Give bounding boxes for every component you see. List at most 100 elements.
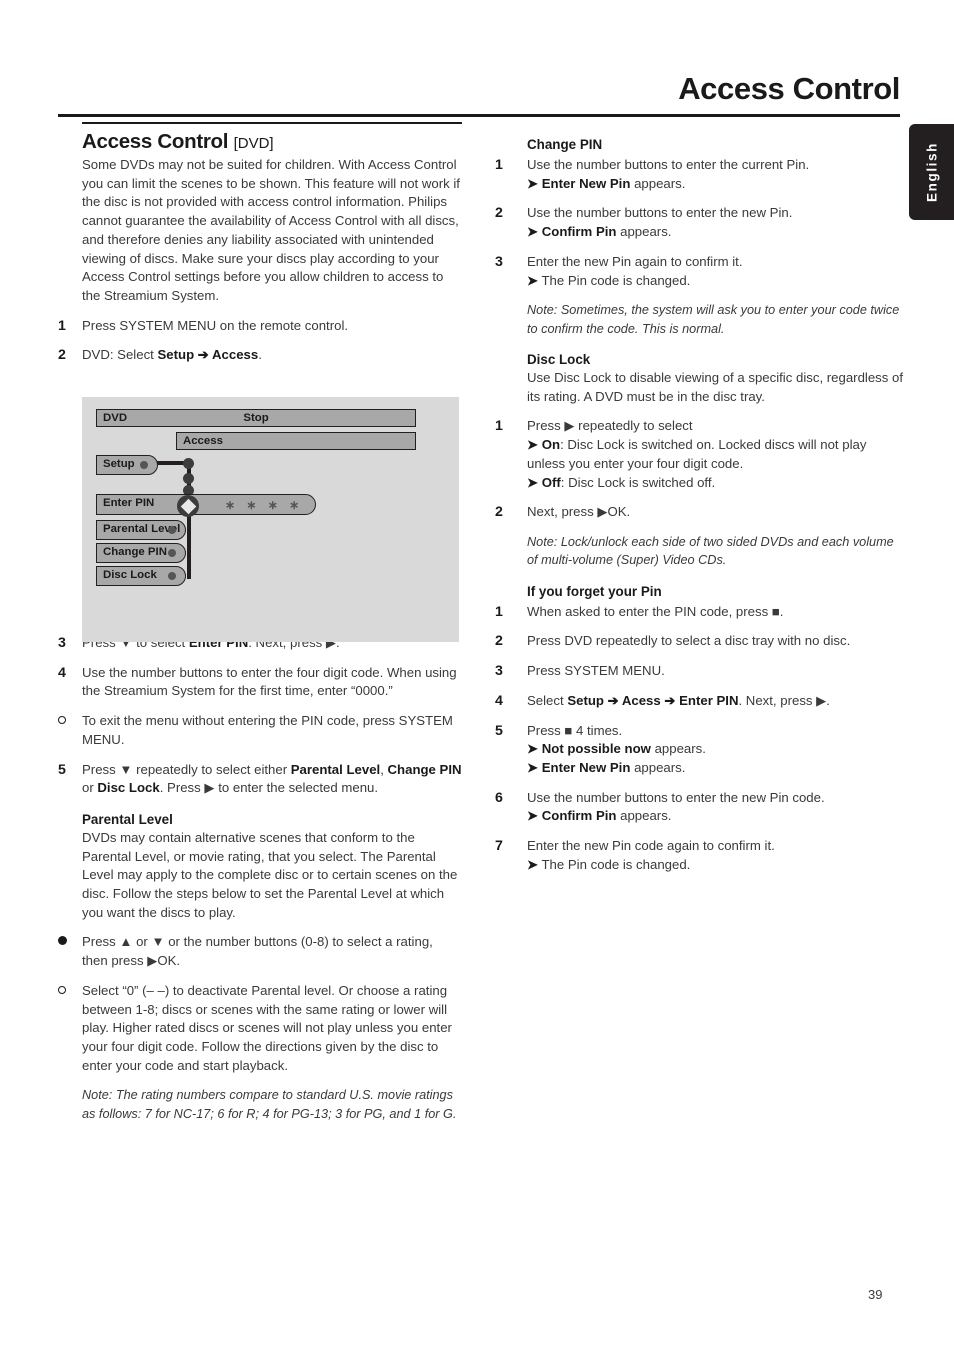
osd-item-setup[interactable]: Setup <box>96 455 158 475</box>
dvd-osd-diagram: DVD Stop Access Setup Enter PIN ∗ ∗ ∗ ∗ … <box>82 397 459 642</box>
right-column: Change PIN 1 Use the number buttons to e… <box>495 136 905 875</box>
osd-parental-knob-icon <box>168 526 176 534</box>
step-3-number: 3 <box>58 635 66 652</box>
bullet-deactivate-rating-text: Select “0” (– –) to deactivate Parental … <box>82 982 452 1073</box>
osd-setup-knob-icon <box>140 461 148 469</box>
disclock-step-1-text: Press ▶ repeatedly to select <box>527 418 693 434</box>
osd-item-disc-lock-label: Disc Lock <box>103 569 157 581</box>
changepin-step-2: 2 Use the number buttons to enter the ne… <box>495 204 905 241</box>
step-2: 2 DVD: Select Setup ➔ Access. <box>58 346 462 365</box>
bullet-exit-menu-text: To exit the menu without entering the PI… <box>82 713 453 747</box>
osd-status-label: Stop <box>243 412 269 424</box>
osd-access-label: Access <box>183 435 223 447</box>
forgot-step-1-number: 1 <box>495 603 503 620</box>
forgot-step-5-result-1: ➤ Not possible now appears. <box>527 741 706 757</box>
osd-disclock-knob-icon <box>168 572 176 580</box>
manual-page: Access Control English Access Control [D… <box>0 0 954 1349</box>
disclock-step-1: 1 Press ▶ repeatedly to select ➤ On: Dis… <box>495 417 905 492</box>
osd-node-1 <box>183 458 194 469</box>
step-4: 4 Use the number buttons to enter the fo… <box>58 664 462 701</box>
forgot-step-4-text: Select Setup ➔ Acess ➔ Enter PIN. Next, … <box>527 692 830 708</box>
disc-lock-heading: Disc Lock <box>527 352 591 368</box>
forgot-step-5-result-2: ➤ Enter New Pin appears. <box>527 759 686 775</box>
osd-item-parental-level[interactable]: Parental Level <box>96 520 186 540</box>
forgot-step-2: 2 Press DVD repeatedly to select a disc … <box>495 632 905 651</box>
osd-item-setup-label: Setup <box>103 458 135 470</box>
forgot-step-5: 5 Press ■ 4 times. ➤ Not possible now ap… <box>495 722 905 778</box>
section-rule <box>82 122 462 124</box>
osd-pin-value: ∗ ∗ ∗ ∗ <box>225 498 304 512</box>
forgot-step-5-number: 5 <box>495 722 503 739</box>
step-2-text: DVD: Select Setup ➔ Access. <box>82 347 262 363</box>
forgot-step-6-result: ➤ Confirm Pin appears. <box>527 808 672 824</box>
osd-item-enter-pin[interactable]: Enter PIN ∗ ∗ ∗ ∗ <box>96 494 316 515</box>
step-1: 1 Press SYSTEM MENU on the remote contro… <box>58 317 462 336</box>
forgot-step-3: 3 Press SYSTEM MENU. <box>495 662 905 681</box>
osd-item-change-pin[interactable]: Change PIN <box>96 543 186 563</box>
changepin-step-2-number: 2 <box>495 205 503 222</box>
running-header: Access Control <box>58 72 900 106</box>
step-4-number: 4 <box>58 664 66 681</box>
forgot-step-3-text: Press SYSTEM MENU. <box>527 663 665 679</box>
forgot-step-5-text: Press ■ 4 times. <box>527 722 623 738</box>
osd-item-enter-pin-label: Enter PIN <box>103 497 155 509</box>
step-4-text: Use the number buttons to enter the four… <box>82 664 457 699</box>
forgot-step-7-result: ➤ The Pin code is changed. <box>527 856 691 872</box>
forgot-step-2-text: Press DVD repeatedly to select a disc tr… <box>527 633 851 649</box>
forgot-step-7-text: Enter the new Pin code again to confirm … <box>527 838 775 854</box>
step-5: 5 Press ▼ repeatedly to select either Pa… <box>58 761 462 798</box>
forgot-step-4-number: 4 <box>495 692 503 709</box>
forgot-step-6-text: Use the number buttons to enter the new … <box>527 789 825 805</box>
changepin-step-3: 3 Enter the new Pin again to confirm it.… <box>495 253 905 290</box>
forgot-step-7: 7 Enter the new Pin code again to confir… <box>495 837 905 874</box>
page-number: 39 <box>868 1287 883 1302</box>
forgot-step-6: 6 Use the number buttons to enter the ne… <box>495 789 905 826</box>
step-1-text: Press SYSTEM MENU on the remote control. <box>82 317 349 333</box>
changepin-step-2-result: ➤ Confirm Pin appears. <box>527 224 672 240</box>
disclock-step-2-text: Next, press ▶OK. <box>527 504 631 520</box>
step-2-number: 2 <box>58 347 66 364</box>
section-heading-tagline: [DVD] <box>233 135 274 152</box>
forgot-step-6-number: 6 <box>495 789 503 806</box>
osd-source-label: DVD <box>103 412 128 424</box>
step-5-text: Press ▼ repeatedly to select either Pare… <box>82 761 462 796</box>
disc-lock-note: Note: Lock/unlock each side of two sided… <box>527 534 894 568</box>
parental-level-heading: Parental Level <box>82 811 173 827</box>
section-heading: Access Control [DVD] <box>82 130 462 156</box>
changepin-step-1-text: Use the number buttons to enter the curr… <box>527 157 810 172</box>
osd-changepin-knob-icon <box>168 549 176 557</box>
disclock-step-2-number: 2 <box>495 504 503 521</box>
intro-paragraph: Some DVDs may not be suited for children… <box>82 157 460 303</box>
osd-item-change-pin-label: Change PIN <box>103 546 167 558</box>
step-1-number: 1 <box>58 317 66 334</box>
changepin-step-3-number: 3 <box>495 253 503 270</box>
disclock-step-1-number: 1 <box>495 418 503 435</box>
change-pin-heading: Change PIN <box>527 137 603 152</box>
osd-title-bar: DVD Stop <box>96 409 416 427</box>
osd-item-disc-lock[interactable]: Disc Lock <box>96 566 186 586</box>
osd-node-2 <box>183 473 194 484</box>
language-tab: English <box>909 124 954 220</box>
changepin-step-1-number: 1 <box>495 157 503 173</box>
header-rule <box>58 114 900 117</box>
forgot-step-1-text: When asked to enter the PIN code, press … <box>527 603 784 619</box>
changepin-step-2-text: Use the number buttons to enter the new … <box>527 205 793 221</box>
filled-circle-bullet-icon <box>58 933 76 952</box>
changepin-step-3-text: Enter the new Pin again to confirm it. <box>527 253 743 269</box>
bullet-deactivate-rating: Select “0” (– –) to deactivate Parental … <box>58 982 462 1076</box>
changepin-step-3-result: ➤ The Pin code is changed. <box>527 272 691 288</box>
osd-selection-marker-icon <box>177 495 199 517</box>
changepin-step-1-result: ➤ Enter New Pin appears. <box>527 175 686 191</box>
section-heading-text: Access Control <box>82 130 229 153</box>
rating-note: Note: The rating numbers compare to stan… <box>82 1088 457 1121</box>
forgot-step-1: 1 When asked to enter the PIN code, pres… <box>495 603 905 622</box>
change-pin-note: Note: Sometimes, the system will ask you… <box>527 303 900 336</box>
parental-level-body: DVDs may contain alternative scenes that… <box>82 829 458 920</box>
open-circle-bullet-icon <box>58 712 76 731</box>
bullet-select-rating: Press ▲ or ▼ or the number buttons (0-8)… <box>58 933 462 970</box>
bullet-exit-menu: To exit the menu without entering the PI… <box>58 712 462 749</box>
bullet-select-rating-text: Press ▲ or ▼ or the number buttons (0-8)… <box>82 934 433 969</box>
step-5-number: 5 <box>58 761 66 778</box>
open-circle-bullet-icon-2 <box>58 982 76 1001</box>
forgot-step-3-number: 3 <box>495 663 503 680</box>
